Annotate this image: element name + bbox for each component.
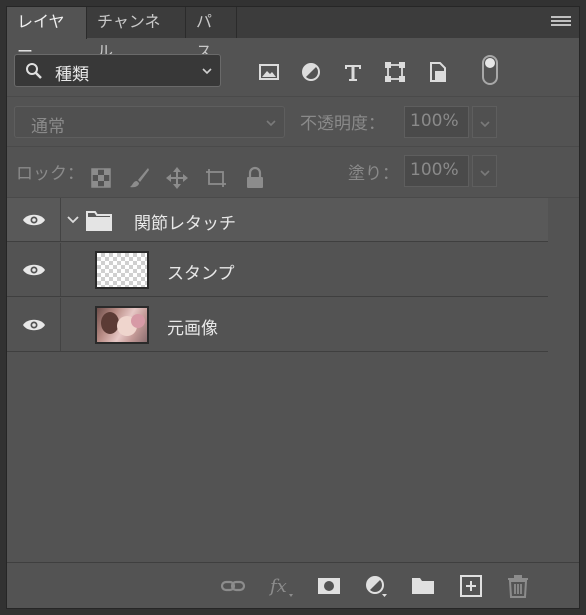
link-layers-icon[interactable]: [220, 574, 246, 598]
chevron-down-icon: [266, 120, 276, 127]
opacity-label: 不透明度：: [300, 114, 385, 134]
smart-object-filter-icon[interactable]: [426, 60, 450, 84]
new-group-folder-icon[interactable]: [410, 574, 436, 598]
lock-all-padlock-icon[interactable]: [243, 166, 267, 190]
chevron-down-icon: [480, 121, 490, 128]
eye-icon: [23, 264, 45, 276]
lock-label: ロック：: [16, 164, 84, 184]
tab-bar: レイヤー チャンネル パス: [7, 7, 579, 61]
opacity-input[interactable]: 100%: [404, 106, 469, 138]
adjustment-filter-icon[interactable]: [299, 60, 323, 84]
layer-name: 関節レタッチ: [134, 214, 236, 234]
tab-paths[interactable]: パス: [186, 7, 237, 61]
filter-toggle-switch[interactable]: [482, 55, 498, 85]
search-icon: [26, 63, 42, 79]
delete-layer-trash-icon[interactable]: [505, 574, 531, 598]
visibility-toggle[interactable]: [7, 298, 61, 351]
layers-panel: レイヤー チャンネル パス 種類 通常 不透明度： 100% ロック： 塗り： …: [6, 6, 580, 609]
fill-input[interactable]: 100%: [404, 155, 469, 187]
fill-label: 塗り：: [348, 164, 399, 184]
eye-icon: [23, 319, 45, 331]
tab-channels[interactable]: チャンネル: [87, 7, 186, 61]
lock-artboard-icon[interactable]: [204, 166, 228, 190]
image-filter-icon[interactable]: [257, 60, 281, 84]
new-layer-icon[interactable]: [458, 574, 484, 598]
shape-filter-icon[interactable]: [383, 60, 407, 84]
group-expand-chevron-icon[interactable]: [66, 214, 80, 226]
kind-filter-label: 種類: [55, 65, 89, 85]
layer-thumbnail: [95, 306, 149, 344]
layer-row[interactable]: 元画像: [7, 298, 548, 352]
lock-image-pixels-brush-icon[interactable]: [127, 166, 151, 190]
layer-name: 元画像: [167, 319, 218, 339]
add-mask-icon[interactable]: [316, 574, 342, 598]
svg-text:fx: fx: [269, 576, 287, 597]
visibility-toggle[interactable]: [7, 243, 61, 296]
blend-mode-value: 通常: [31, 117, 65, 137]
layer-thumbnail: [95, 251, 149, 289]
layer-name: スタンプ: [167, 264, 235, 284]
panel-menu-icon[interactable]: [551, 16, 571, 28]
opacity-dropdown-button[interactable]: [472, 106, 497, 138]
type-filter-icon[interactable]: [341, 60, 365, 84]
tab-layers[interactable]: レイヤー: [7, 7, 87, 61]
lock-position-move-icon[interactable]: [165, 166, 189, 190]
folder-icon: [86, 211, 112, 231]
layers-bottom-toolbar: fx: [7, 562, 579, 608]
blend-mode-select[interactable]: 通常: [14, 106, 285, 138]
chevron-down-icon: [480, 170, 490, 177]
eye-icon: [23, 214, 45, 226]
layer-kind-filter-select[interactable]: 種類: [14, 54, 221, 87]
chevron-down-icon: [202, 68, 212, 75]
layer-style-fx-icon[interactable]: fx: [269, 574, 295, 598]
new-adjustment-layer-icon[interactable]: [363, 574, 389, 598]
layer-row-group[interactable]: 関節レタッチ: [7, 198, 548, 242]
visibility-toggle[interactable]: [7, 198, 61, 241]
lock-transparent-pixels-icon[interactable]: [89, 166, 113, 190]
fill-dropdown-button[interactable]: [472, 155, 497, 187]
layer-row[interactable]: スタンプ: [7, 243, 548, 297]
